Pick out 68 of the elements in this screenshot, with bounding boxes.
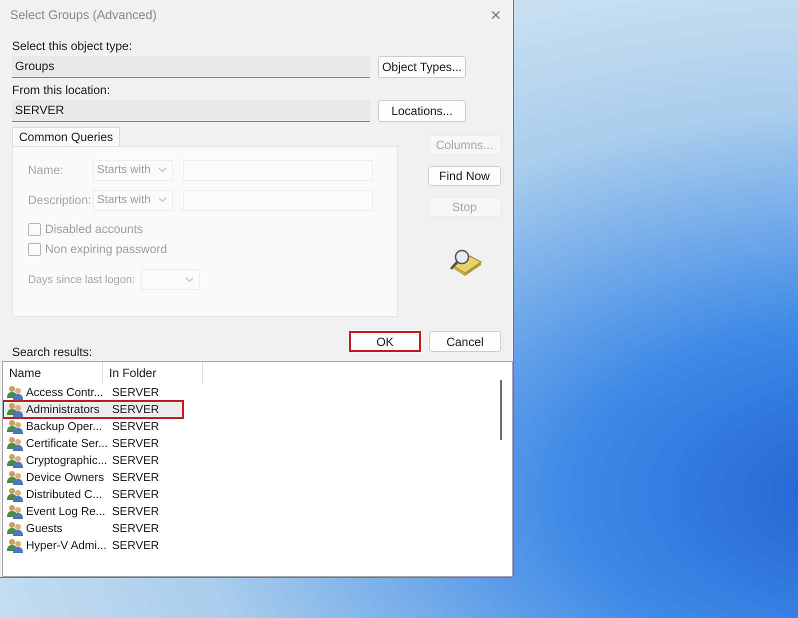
- result-row[interactable]: Guests SERVER: [3, 520, 203, 537]
- result-row[interactable]: Hyper-V Admi... SERVER: [3, 537, 203, 554]
- group-icon: [7, 453, 24, 468]
- group-icon: [7, 419, 24, 434]
- column-header[interactable]: Name: [3, 362, 103, 384]
- name-cell-text: Event Log Re...: [26, 506, 106, 518]
- result-row[interactable]: Device Owners SERVER: [3, 469, 203, 486]
- group-icon: [7, 487, 24, 502]
- chevron-icon: [185, 276, 194, 282]
- side-button[interactable]: Find Now: [428, 166, 501, 186]
- folder-cell: SERVER: [112, 454, 160, 466]
- field-label: From this location:: [12, 83, 112, 97]
- group-icon: [7, 470, 24, 485]
- checkbox-label: Disabled accounts: [45, 222, 144, 236]
- folder-cell: SERVER: [112, 540, 160, 552]
- window-title: Select Groups (Advanced): [10, 8, 157, 22]
- tab[interactable]: Common Queries: [12, 127, 120, 146]
- group-icon: [7, 504, 24, 519]
- days-dropdown[interactable]: [141, 269, 200, 290]
- query-label: Name:: [28, 163, 64, 177]
- dialog-button[interactable]: OK: [349, 331, 421, 352]
- column-header[interactable]: In Folder: [103, 362, 203, 384]
- folder-cell: SERVER: [112, 438, 160, 450]
- group-icon: [7, 436, 24, 451]
- name-cell-text: Access Contr...: [26, 386, 104, 398]
- folder-cell: SERVER: [112, 404, 160, 416]
- magnifier-over-book-icon: [448, 248, 482, 278]
- group-icon: [7, 402, 24, 417]
- group-icon: [7, 521, 24, 536]
- folder-cell: SERVER: [112, 488, 160, 500]
- folder-cell: SERVER: [112, 506, 160, 518]
- name-cell-text: Distributed C...: [26, 488, 104, 500]
- field-label: Select this object type:: [12, 39, 134, 53]
- query-label: Days since last logon:: [28, 274, 136, 286]
- locations-button[interactable]: Locations...: [378, 100, 466, 122]
- checkbox[interactable]: [28, 222, 41, 236]
- name-cell-text: Administrators: [26, 404, 100, 416]
- group-icon: [7, 538, 24, 553]
- result-row[interactable]: Administrators SERVER: [3, 401, 183, 418]
- name-cell-text: Guests: [26, 522, 64, 534]
- name-cell-text: Device Owners: [26, 472, 105, 484]
- name-cell-text: Cryptographic...: [26, 454, 108, 466]
- folder-cell: SERVER: [112, 386, 160, 398]
- folder-cell: SERVER: [112, 420, 160, 432]
- result-row[interactable]: Cryptographic... SERVER: [3, 452, 203, 469]
- checkbox-label: Non expiring password: [45, 242, 168, 256]
- checkbox[interactable]: [28, 242, 41, 256]
- location-field: SERVER: [12, 100, 370, 122]
- chevron-icon: [158, 197, 167, 203]
- chevron-icon: [158, 167, 167, 173]
- group-icon: [7, 385, 24, 400]
- folder-cell: SERVER: [112, 522, 160, 534]
- folder-cell: SERVER: [112, 472, 160, 484]
- search-results-label: Search results:: [12, 345, 92, 359]
- close-button[interactable]: ×: [486, 4, 505, 26]
- name-cell-text: Hyper-V Admi...: [26, 540, 108, 552]
- name-cell-text: Certificate Ser...: [26, 438, 109, 450]
- result-row[interactable]: Distributed C... SERVER: [3, 486, 203, 503]
- object-type-field: Groups: [12, 56, 370, 78]
- name-cell-text: Backup Oper...: [26, 420, 104, 432]
- query-label: Description:: [28, 193, 92, 207]
- result-row[interactable]: Backup Oper... SERVER: [3, 418, 203, 435]
- object-types-button[interactable]: Object Types...: [378, 56, 466, 78]
- result-row[interactable]: Access Contr... SERVER: [3, 384, 203, 401]
- result-row[interactable]: Certificate Ser... SERVER: [3, 435, 203, 452]
- result-row[interactable]: Event Log Re... SERVER: [3, 503, 203, 520]
- scrollbar-thumb[interactable]: [500, 380, 502, 440]
- dialog-button[interactable]: Cancel: [429, 331, 501, 352]
